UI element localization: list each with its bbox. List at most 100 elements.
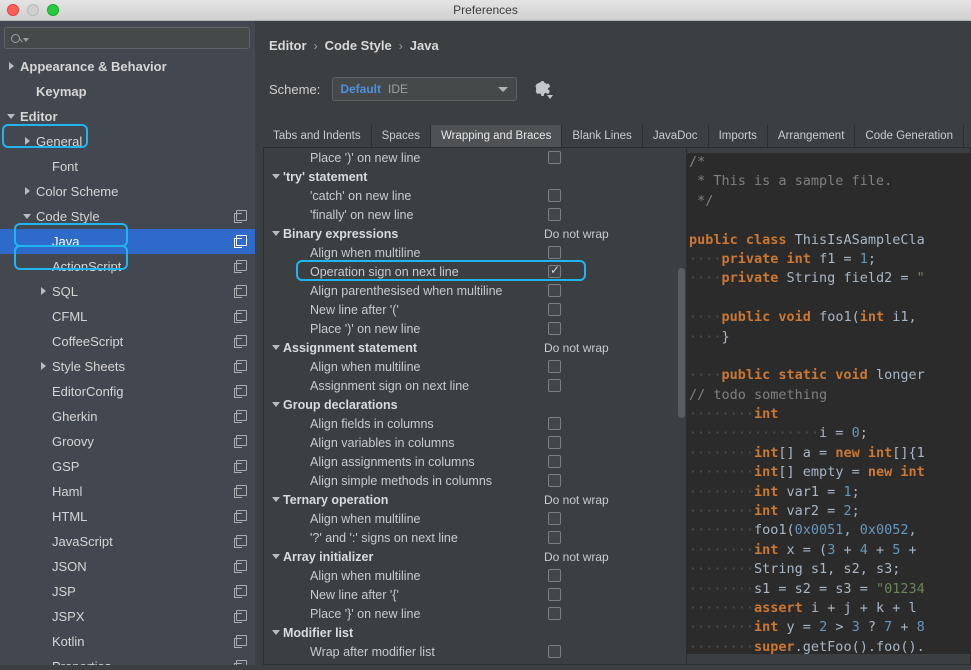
sidebar-item-properties[interactable]: Properties bbox=[0, 654, 255, 665]
tab-wrapping-and-braces[interactable]: Wrapping and Braces bbox=[430, 125, 563, 147]
option-checkbox[interactable] bbox=[548, 455, 561, 468]
copy-scheme-icon[interactable] bbox=[234, 435, 247, 448]
sidebar-item-jspx[interactable]: JSPX bbox=[0, 604, 255, 629]
copy-scheme-icon[interactable] bbox=[234, 285, 247, 298]
sidebar-item-sql[interactable]: SQL bbox=[0, 279, 255, 304]
sidebar-item-gherkin[interactable]: Gherkin bbox=[0, 404, 255, 429]
sidebar-item-kotlin[interactable]: Kotlin bbox=[0, 629, 255, 654]
breadcrumb-item[interactable]: Java bbox=[410, 38, 439, 53]
option-checkbox[interactable] bbox=[548, 512, 561, 525]
gear-icon[interactable] bbox=[533, 80, 554, 99]
tab-java-ee-nam[interactable]: Java EE Nam bbox=[963, 125, 971, 147]
option-row[interactable]: New line after '(' bbox=[264, 300, 686, 319]
copy-scheme-icon[interactable] bbox=[234, 235, 247, 248]
sidebar-item-general[interactable]: General bbox=[0, 129, 255, 154]
copy-scheme-icon[interactable] bbox=[234, 560, 247, 573]
option-checkbox[interactable] bbox=[548, 263, 561, 278]
chevron-right-icon[interactable] bbox=[6, 54, 20, 79]
option-wrap-value[interactable]: Do not wrap bbox=[544, 227, 609, 241]
option-checkbox[interactable] bbox=[548, 322, 561, 335]
copy-scheme-icon[interactable] bbox=[234, 635, 247, 648]
option-row[interactable]: Align simple methods in columns bbox=[264, 471, 686, 490]
copy-scheme-icon[interactable] bbox=[234, 510, 247, 523]
option-wrap-value[interactable]: Do not wrap bbox=[544, 493, 609, 507]
tab-code-generation[interactable]: Code Generation bbox=[855, 125, 964, 147]
tab-arrangement[interactable]: Arrangement bbox=[767, 125, 856, 147]
tab-tabs-and-indents[interactable]: Tabs and Indents bbox=[263, 125, 372, 147]
scrollbar-thumb[interactable] bbox=[678, 268, 685, 418]
chevron-right-icon[interactable] bbox=[22, 129, 36, 154]
scheme-dropdown[interactable]: Default IDE bbox=[332, 77, 518, 101]
sidebar-item-jsp[interactable]: JSP bbox=[0, 579, 255, 604]
option-row[interactable]: 'finally' on new line bbox=[264, 205, 686, 224]
sidebar-item-javascript[interactable]: JavaScript bbox=[0, 529, 255, 554]
copy-scheme-icon[interactable] bbox=[234, 460, 247, 473]
option-row[interactable]: Align when multiline bbox=[264, 243, 686, 262]
option-checkbox[interactable] bbox=[548, 474, 561, 487]
chevron-right-icon[interactable] bbox=[38, 279, 52, 304]
option-row[interactable]: '?' and ':' signs on next line bbox=[264, 528, 686, 547]
option-checkbox[interactable] bbox=[548, 569, 561, 582]
sidebar-item-actionscript[interactable]: ActionScript bbox=[0, 254, 255, 279]
sidebar-item-gsp[interactable]: GSP bbox=[0, 454, 255, 479]
copy-scheme-icon[interactable] bbox=[234, 585, 247, 598]
option-row[interactable]: Align when multiline bbox=[264, 357, 686, 376]
copy-scheme-icon[interactable] bbox=[234, 210, 247, 223]
copy-scheme-icon[interactable] bbox=[234, 410, 247, 423]
chevron-down-icon[interactable] bbox=[270, 623, 283, 642]
sidebar-item-coffeescript[interactable]: CoffeeScript bbox=[0, 329, 255, 354]
tab-blank-lines[interactable]: Blank Lines bbox=[562, 125, 643, 147]
copy-scheme-icon[interactable] bbox=[234, 360, 247, 373]
sidebar-item-java[interactable]: Java bbox=[0, 229, 255, 254]
option-row[interactable]: Assignment statement Do not wrap bbox=[264, 338, 686, 357]
sidebar-item-cfml[interactable]: CFML bbox=[0, 304, 255, 329]
option-row[interactable]: Assignment sign on next line bbox=[264, 376, 686, 395]
option-checkbox[interactable] bbox=[548, 208, 561, 221]
option-checkbox[interactable] bbox=[548, 645, 561, 658]
option-row[interactable]: Align parenthesised when multiline bbox=[264, 281, 686, 300]
chevron-right-icon[interactable] bbox=[22, 179, 36, 204]
tab-imports[interactable]: Imports bbox=[708, 125, 768, 147]
sidebar-item-font[interactable]: Font bbox=[0, 154, 255, 179]
option-wrap-value[interactable]: Do not wrap bbox=[544, 341, 609, 355]
copy-scheme-icon[interactable] bbox=[234, 385, 247, 398]
option-checkbox[interactable] bbox=[548, 607, 561, 620]
search-box[interactable] bbox=[4, 27, 250, 49]
option-row[interactable]: Align when multiline bbox=[264, 566, 686, 585]
sidebar-item-editorconfig[interactable]: EditorConfig bbox=[0, 379, 255, 404]
sidebar-item-groovy[interactable]: Groovy bbox=[0, 429, 255, 454]
option-checkbox[interactable] bbox=[548, 360, 561, 373]
option-checkbox[interactable] bbox=[548, 151, 561, 164]
breadcrumb-item[interactable]: Code Style bbox=[325, 38, 392, 53]
option-wrap-value[interactable]: Do not wrap bbox=[544, 550, 609, 564]
option-row[interactable]: Ternary operation Do not wrap bbox=[264, 490, 686, 509]
option-row[interactable]: 'try' statement bbox=[264, 167, 686, 186]
copy-scheme-icon[interactable] bbox=[234, 535, 247, 548]
sidebar-item-editor[interactable]: Editor bbox=[0, 104, 255, 129]
copy-scheme-icon[interactable] bbox=[234, 260, 247, 273]
sidebar-item-json[interactable]: JSON bbox=[0, 554, 255, 579]
option-row[interactable]: Modifier list bbox=[264, 623, 686, 642]
sidebar-item-code-style[interactable]: Code Style bbox=[0, 204, 255, 229]
option-checkbox[interactable] bbox=[548, 284, 561, 297]
wrapping-options-list[interactable]: Place ')' on new line 'try' statement 'cat… bbox=[264, 148, 686, 664]
tab-javadoc[interactable]: JavaDoc bbox=[642, 125, 709, 147]
chevron-down-icon[interactable] bbox=[270, 395, 283, 414]
option-row[interactable]: 'catch' on new line bbox=[264, 186, 686, 205]
tab-spaces[interactable]: Spaces bbox=[371, 125, 431, 147]
chevron-right-icon[interactable] bbox=[38, 354, 52, 379]
option-row[interactable]: Align assignments in columns bbox=[264, 452, 686, 471]
search-input[interactable] bbox=[29, 31, 243, 45]
sidebar-item-keymap[interactable]: Keymap bbox=[0, 79, 255, 104]
chevron-down-icon[interactable] bbox=[270, 338, 283, 357]
copy-scheme-icon[interactable] bbox=[234, 310, 247, 323]
chevron-down-icon[interactable] bbox=[270, 224, 283, 243]
option-checkbox[interactable] bbox=[548, 588, 561, 601]
option-row[interactable]: Place '}' on new line bbox=[264, 604, 686, 623]
option-row[interactable]: Group declarations bbox=[264, 395, 686, 414]
options-vertical-scrollbar[interactable] bbox=[677, 148, 686, 664]
sidebar-item-haml[interactable]: Haml bbox=[0, 479, 255, 504]
option-row[interactable]: Place ')' on new line bbox=[264, 148, 686, 167]
option-checkbox[interactable] bbox=[548, 417, 561, 430]
option-checkbox[interactable] bbox=[548, 246, 561, 259]
